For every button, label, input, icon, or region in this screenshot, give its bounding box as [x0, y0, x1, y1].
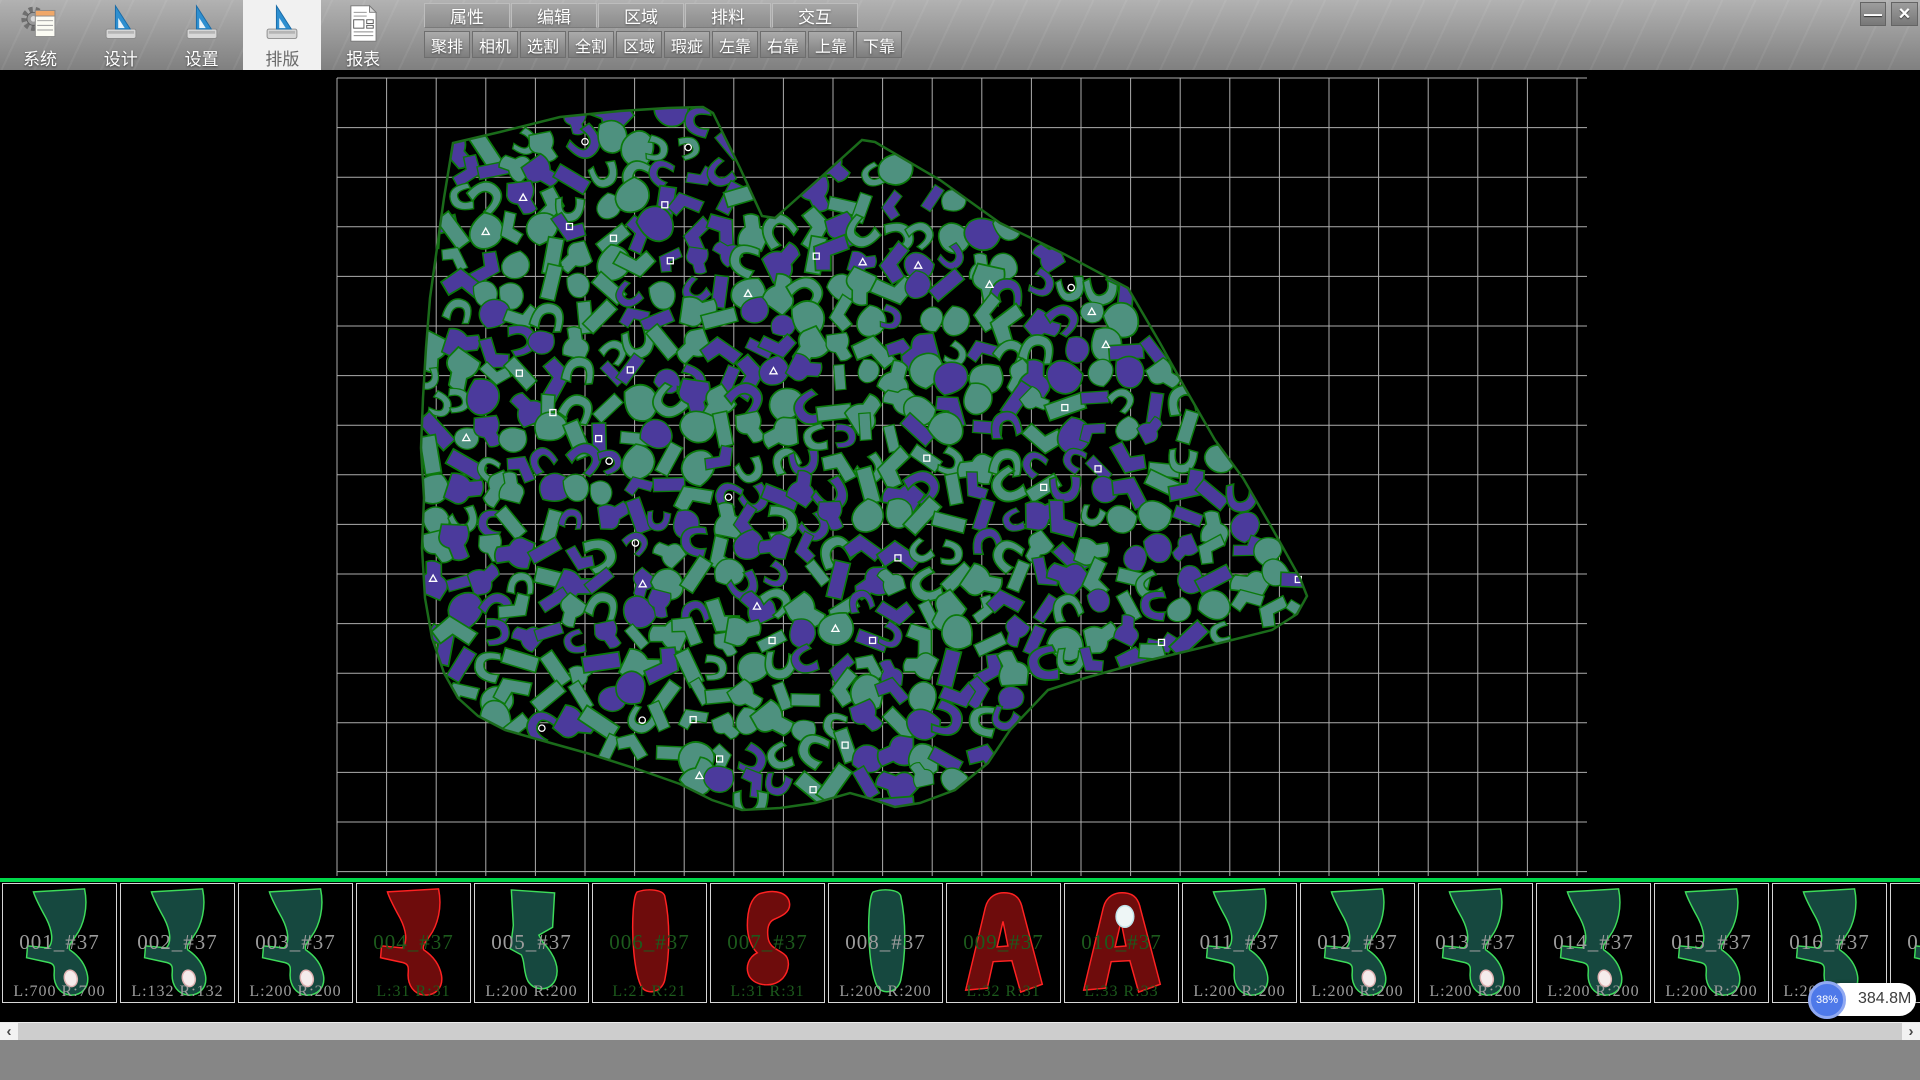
piece-id-label: 002_#37 — [121, 930, 234, 955]
piece-thumbnail-7[interactable]: 007_#37 L:31 R:31 — [710, 883, 825, 1003]
piece-count-label: L:200 R:200 — [1301, 983, 1414, 1001]
menu-tab-2[interactable]: 编辑 — [511, 3, 597, 28]
app-button-label: 排版 — [265, 45, 299, 70]
scroll-left-arrow[interactable]: ‹ — [0, 1023, 18, 1041]
app-button-settings[interactable]: 设置 — [163, 0, 241, 70]
tool-button-4[interactable]: 全割 — [568, 31, 614, 58]
memory-value: 384.8M — [1858, 990, 1911, 1008]
report-icon — [341, 3, 385, 44]
nesting-canvas[interactable] — [0, 70, 1920, 878]
app-button-layout[interactable]: 排版 — [243, 0, 321, 70]
piece-id-label: 017_#37 — [1891, 930, 1920, 955]
piece-thumbnail-3[interactable]: 003_#37 L:200 R:200 — [238, 883, 353, 1003]
tool-button-8[interactable]: 右靠 — [760, 31, 806, 58]
piece-count-label: L:31 R:31 — [357, 983, 470, 1001]
piece-id-label: 009_#37 — [947, 930, 1060, 955]
piece-id-label: 003_#37 — [239, 930, 352, 955]
piece-thumbnail-strip: 001_#37L:700 R:700002_#37L:132 R:132003_… — [0, 882, 1920, 1004]
piece-id-label: 013_#37 — [1419, 930, 1532, 955]
piece-thumbnail-11[interactable]: 011_#37 L:200 R:200 — [1182, 883, 1297, 1003]
piece-count-label: L:200 R:200 — [1419, 983, 1532, 1001]
tool-button-6[interactable]: 瑕疵 — [664, 31, 710, 58]
piece-id-label: 011_#37 — [1183, 930, 1296, 955]
piece-thumbnail-14[interactable]: 014_#37 L:200 R:200 — [1536, 883, 1651, 1003]
piece-count-label: L:32 R:31 — [947, 983, 1060, 1001]
minimize-button[interactable]: — — [1860, 2, 1886, 26]
piece-id-label: 001_#37 — [3, 930, 116, 955]
tool-button-2[interactable]: 相机 — [472, 31, 518, 58]
piece-id-label: 008_#37 — [829, 930, 942, 955]
piece-thumbnail-6[interactable]: 006_#37 L:21 R:21 — [592, 883, 707, 1003]
menu-tab-row: 属性编辑区域排料交互 — [424, 3, 859, 28]
piece-count-label: L:132 R:132 — [121, 983, 234, 1001]
tool-button-3[interactable]: 选割 — [520, 31, 566, 58]
tool-button-5[interactable]: 区域 — [616, 31, 662, 58]
memory-badge[interactable]: 384.8M 38% — [1808, 981, 1920, 1019]
piece-thumbnail-15[interactable]: 015_#37 L:200 R:200 — [1654, 883, 1769, 1003]
menu-tab-4[interactable]: 排料 — [685, 3, 771, 28]
piece-id-label: 016_#37 — [1773, 930, 1886, 955]
piece-thumbnail-10[interactable]: 010_#37 L:33 R:33 — [1064, 883, 1179, 1003]
app-button-label: 设置 — [185, 45, 219, 70]
piece-count-label: L:21 R:21 — [593, 983, 706, 1001]
piece-count-label: L:200 R:200 — [1537, 983, 1650, 1001]
horizontal-scrollbar[interactable]: ‹ › — [0, 1022, 1920, 1040]
tool-button-1[interactable]: 聚排 — [424, 31, 470, 58]
piece-count-label: L:200 R:200 — [829, 983, 942, 1001]
piece-count-label: L:200 R:200 — [1183, 983, 1296, 1001]
piece-thumbnail-9[interactable]: 009_#37 L:32 R:31 — [946, 883, 1061, 1003]
scroll-right-arrow[interactable]: › — [1902, 1023, 1920, 1041]
piece-thumbnail-12[interactable]: 012_#37 L:200 R:200 — [1300, 883, 1415, 1003]
ruler-icon — [99, 3, 143, 44]
progress-circle[interactable]: 38% — [1808, 981, 1846, 1019]
piece-thumbnail-1[interactable]: 001_#37 L:700 R:700 — [2, 883, 117, 1003]
piece-count-label: L:700 R:700 — [3, 983, 116, 1001]
app-button-design[interactable]: 设计 — [82, 0, 160, 70]
app-button-label: 系统 — [23, 45, 57, 70]
piece-count-label: L:31 R:31 — [711, 983, 824, 1001]
piece-thumbnail-2[interactable]: 002_#37 L:132 R:132 — [120, 883, 235, 1003]
piece-id-label: 010_#37 — [1065, 930, 1178, 955]
piece-id-label: 015_#37 — [1655, 930, 1768, 955]
app-button-report[interactable]: 报表 — [324, 0, 402, 70]
tool-button-7[interactable]: 左靠 — [712, 31, 758, 58]
menu-tab-3[interactable]: 区域 — [598, 3, 684, 28]
piece-id-label: 007_#37 — [711, 930, 824, 955]
ruler-icon — [260, 3, 304, 44]
app-button-system[interactable]: 系统 — [1, 0, 79, 70]
piece-count-label: L:200 R:200 — [475, 983, 588, 1001]
piece-count-label: L:200 R:200 — [1655, 983, 1768, 1001]
piece-id-label: 004_#37 — [357, 930, 470, 955]
piece-id-label: 012_#37 — [1301, 930, 1414, 955]
tool-button-10[interactable]: 下靠 — [856, 31, 902, 58]
menu-tab-1[interactable]: 属性 — [424, 3, 510, 28]
piece-id-label: 014_#37 — [1537, 930, 1650, 955]
piece-thumbnail-13[interactable]: 013_#37 L:200 R:200 — [1418, 883, 1533, 1003]
status-bar — [0, 1040, 1920, 1080]
nested-pieces — [407, 88, 1315, 822]
piece-id-label: 005_#37 — [475, 930, 588, 955]
app-button-label: 报表 — [346, 45, 380, 70]
gear-icon — [18, 3, 62, 44]
ruler-icon — [180, 3, 224, 44]
menu-tab-5[interactable]: 交互 — [772, 3, 858, 28]
close-button[interactable]: × — [1891, 2, 1918, 26]
piece-thumbnail-8[interactable]: 008_#37 L:200 R:200 — [828, 883, 943, 1003]
piece-count-label: L:200 R:200 — [239, 983, 352, 1001]
titlebar: 系统设计设置排版报表 属性编辑区域排料交互 聚排相机选割全割区域瑕疵左靠右靠上靠… — [0, 0, 1920, 70]
tool-button-row: 聚排相机选割全割区域瑕疵左靠右靠上靠下靠 — [424, 31, 904, 58]
piece-id-label: 006_#37 — [593, 930, 706, 955]
hide-nesting-view[interactable] — [0, 70, 1920, 878]
app-button-label: 设计 — [104, 45, 138, 70]
piece-count-label: L:33 R:33 — [1065, 983, 1178, 1001]
piece-thumbnail-4[interactable]: 004_#37 L:31 R:31 — [356, 883, 471, 1003]
piece-thumbnail-5[interactable]: 005_#37 L:200 R:200 — [474, 883, 589, 1003]
tool-button-9[interactable]: 上靠 — [808, 31, 854, 58]
